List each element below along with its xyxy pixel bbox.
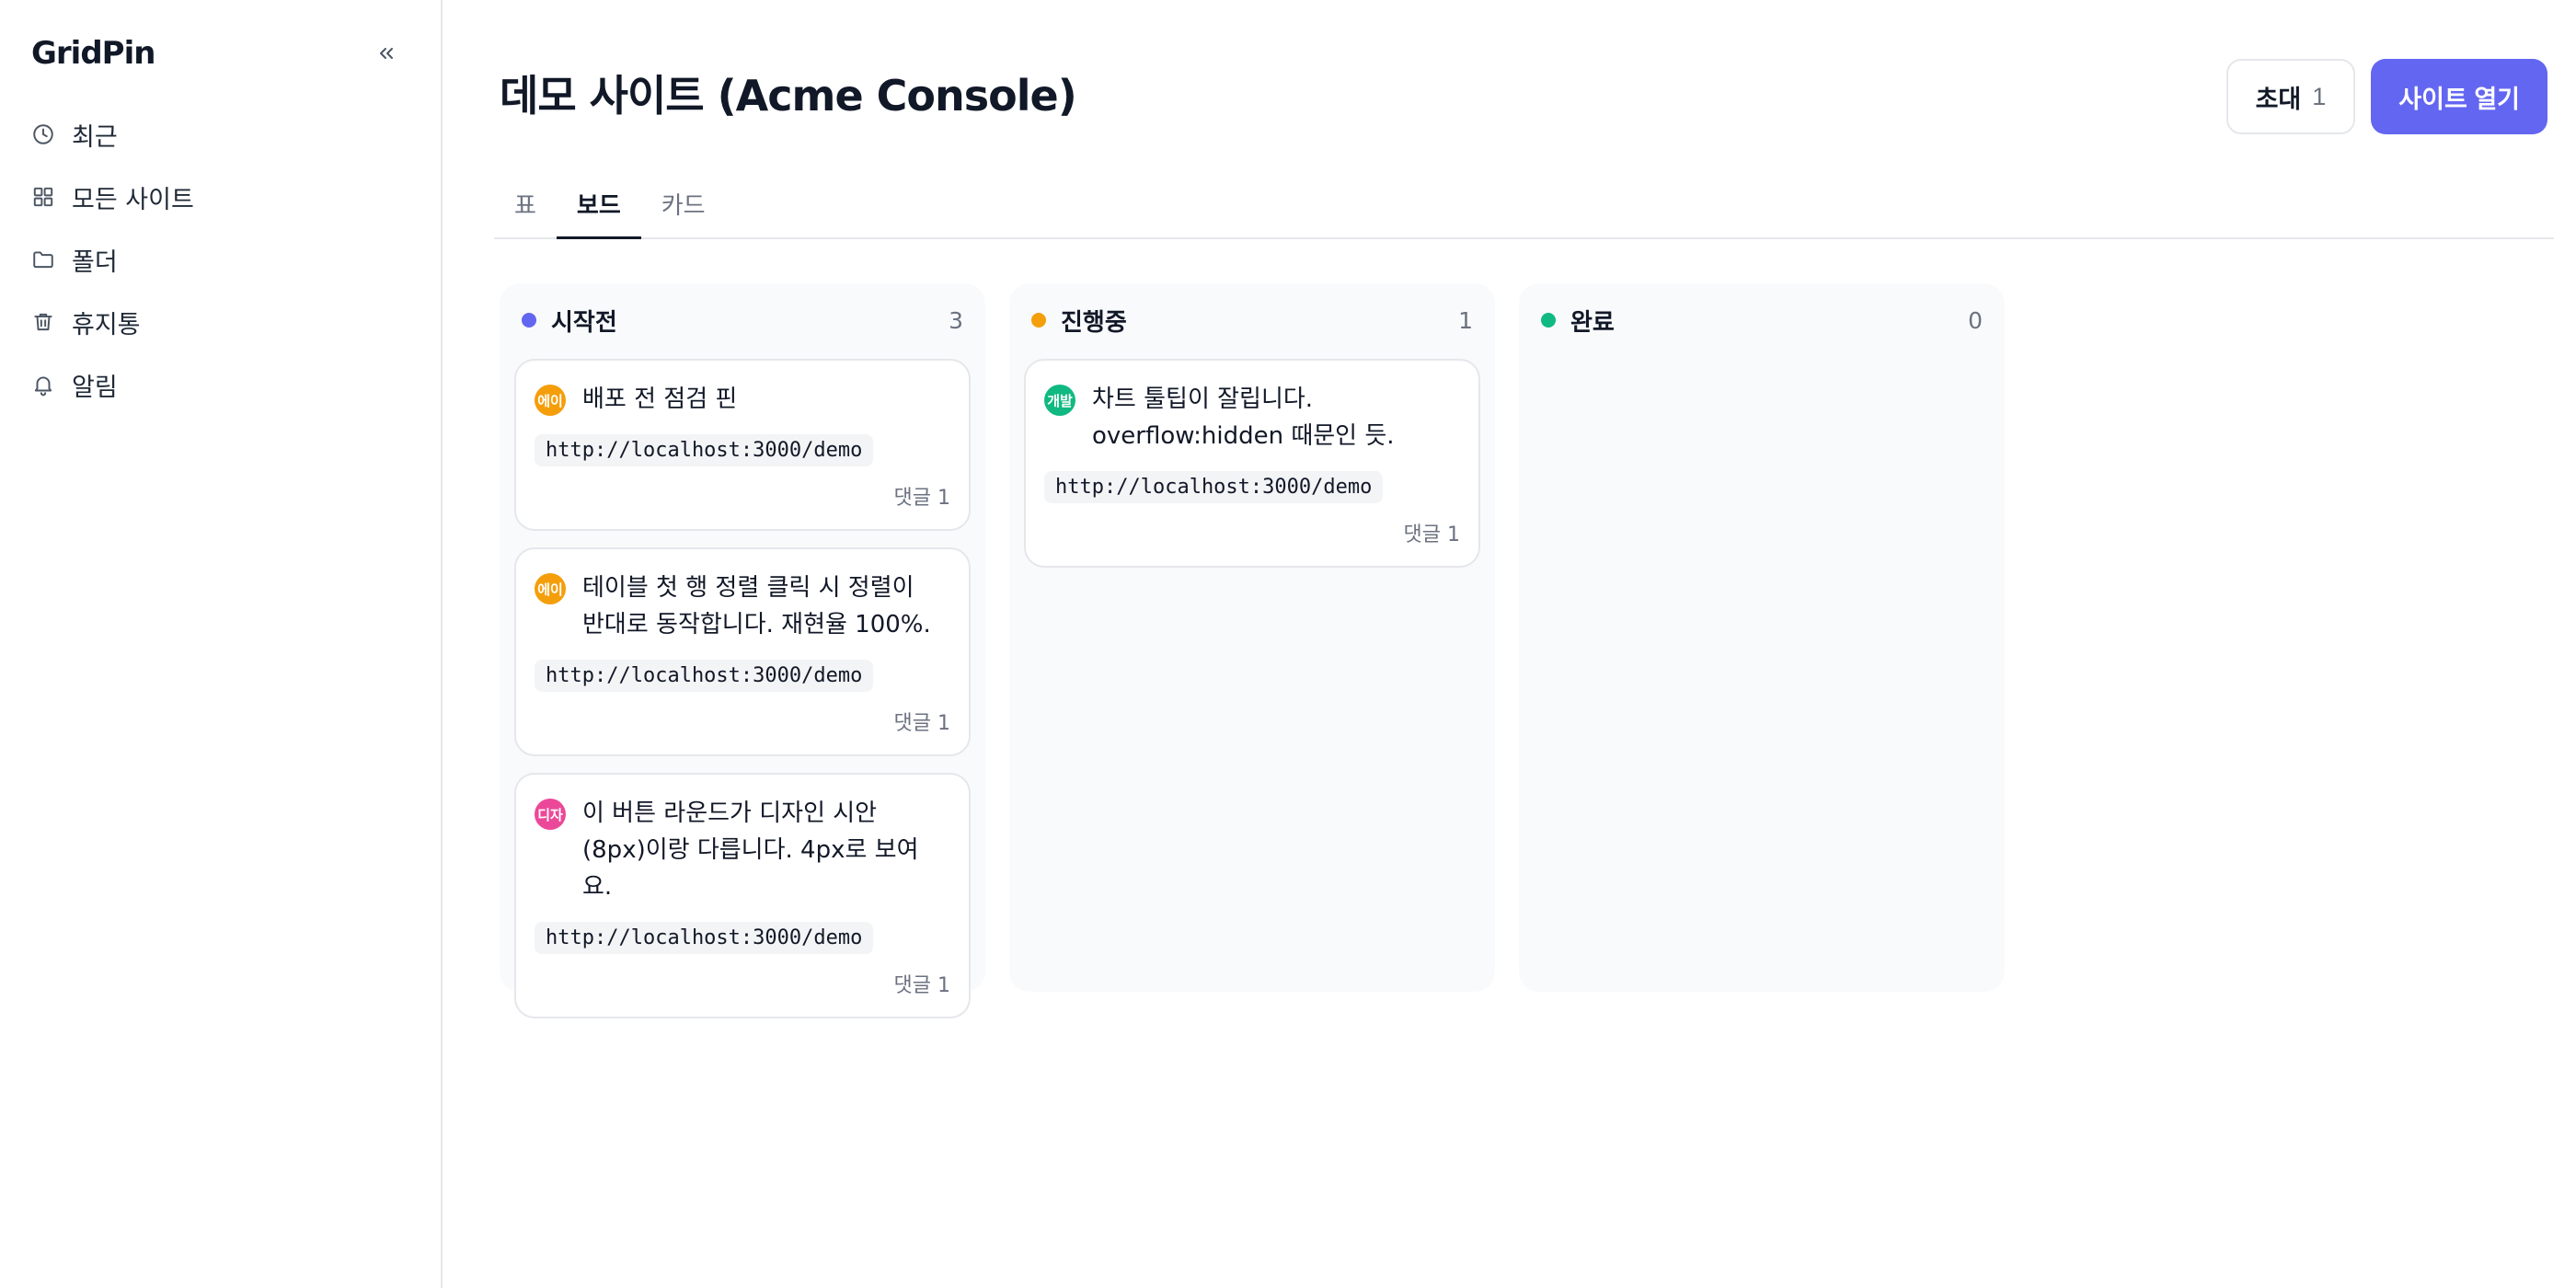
page-title: 데모 사이트 (Acme Console)	[500, 71, 1077, 121]
board-column-todo: 시작전 3 에이 배포 전 점검 핀 http://localhost:3000…	[500, 283, 985, 1018]
avatar: 에이	[535, 385, 566, 416]
double-chevron-left-icon	[380, 48, 393, 59]
board-column-done: 완료 0	[1519, 283, 2005, 992]
sidebar-item-label: 알림	[72, 373, 118, 402]
status-dot-icon	[1541, 313, 1556, 328]
open-site-button[interactable]: 사이트 열기	[2371, 59, 2547, 134]
card-url: http://localhost:3000/demo	[1044, 471, 1384, 503]
avatar: 개발	[1044, 385, 1075, 416]
card-url: http://localhost:3000/demo	[535, 660, 874, 692]
board-card[interactable]: 에이 배포 전 점검 핀 http://localhost:3000/demo …	[514, 359, 971, 531]
column-header: 진행중 1	[1024, 304, 1480, 337]
status-dot-icon	[1031, 313, 1046, 328]
sidebar-item-label: 휴지통	[72, 310, 141, 339]
kanban-board: 시작전 3 에이 배포 전 점검 핀 http://localhost:3000…	[500, 283, 2005, 1018]
card-text: 테이블 첫 행 정렬 클릭 시 정렬이 반대로 동작합니다. 재현율 100%.	[582, 574, 931, 638]
tab-table[interactable]: 표	[494, 180, 557, 239]
comment-count: 댓글 1	[893, 487, 950, 510]
comment-count: 댓글 1	[893, 974, 950, 997]
grid-icon	[31, 185, 55, 209]
tab-board[interactable]: 보드	[556, 180, 641, 239]
comment-count: 댓글 1	[893, 712, 950, 735]
card-text: 배포 전 점검 핀	[582, 385, 738, 413]
brand-logo[interactable]: GridPin	[31, 33, 409, 74]
sidebar-item-label: 모든 사이트	[72, 185, 194, 214]
card-url: http://localhost:3000/demo	[535, 434, 874, 466]
folder-icon	[31, 247, 55, 271]
sidebar-item-recent[interactable]: 최근	[31, 103, 409, 166]
card-text: 이 버튼 라운드가 디자인 시안(8px)이랑 다릅니다. 4px로 보여요.	[582, 799, 919, 901]
sidebar-item-trash[interactable]: 휴지통	[31, 291, 409, 353]
column-count: 0	[1968, 306, 1983, 334]
column-count: 1	[1458, 306, 1473, 334]
column-count: 3	[949, 306, 963, 334]
sidebar-item-label: 최근	[72, 122, 118, 152]
invite-count: 1	[2312, 82, 2327, 110]
sidebar-item-notifications[interactable]: 알림	[31, 353, 409, 416]
invite-button[interactable]: 초대 1	[2225, 59, 2356, 134]
board-card[interactable]: 에이 테이블 첫 행 정렬 클릭 시 정렬이 반대로 동작합니다. 재현율 10…	[514, 547, 971, 756]
status-dot-icon	[522, 313, 536, 328]
board-column-in-progress: 진행중 1 개발 차트 툴팁이 잘립니다. overflow:hidden 때문…	[1009, 283, 1495, 992]
sidebar-item-folders[interactable]: 폴더	[31, 228, 409, 291]
clock-icon	[31, 122, 55, 146]
avatar: 디자	[535, 799, 566, 830]
column-header: 완료 0	[1534, 304, 1990, 337]
comment-count: 댓글 1	[1403, 523, 1460, 546]
sidebar-item-label: 폴더	[72, 247, 118, 277]
app-root: GridPin 최근 모든 사이트 폴더 휴지통 알림 데모 사이트 (Acme…	[0, 0, 2576, 1288]
card-url: http://localhost:3000/demo	[535, 922, 874, 954]
sidebar-nav: 최근 모든 사이트 폴더 휴지통 알림	[31, 103, 409, 416]
sidebar-item-all-sites[interactable]: 모든 사이트	[31, 166, 409, 228]
column-title: 완료	[1570, 308, 1615, 337]
card-text: 차트 툴팁이 잘립니다. overflow:hidden 때문인 듯.	[1092, 385, 1395, 450]
board-card[interactable]: 디자 이 버튼 라운드가 디자인 시안(8px)이랑 다릅니다. 4px로 보여…	[514, 773, 971, 1018]
bell-icon	[31, 373, 55, 397]
invite-label: 초대	[2255, 85, 2302, 113]
tab-cards[interactable]: 카드	[641, 180, 726, 239]
sidebar: GridPin 최근 모든 사이트 폴더 휴지통 알림	[0, 0, 443, 1288]
board-card[interactable]: 개발 차트 툴팁이 잘립니다. overflow:hidden 때문인 듯. h…	[1024, 359, 1480, 568]
column-title: 진행중	[1061, 308, 1127, 337]
main-content: 데모 사이트 (Acme Console) 초대 1 사이트 열기 표 보드 카…	[443, 0, 2576, 1288]
column-header: 시작전 3	[514, 304, 971, 337]
view-tabs: 표 보드 카드	[494, 180, 2554, 239]
trash-icon	[31, 310, 55, 334]
avatar: 에이	[535, 573, 566, 604]
collapse-sidebar-button[interactable]	[372, 39, 401, 68]
header-actions: 초대 1 사이트 열기	[2225, 59, 2547, 134]
column-title: 시작전	[551, 308, 617, 337]
